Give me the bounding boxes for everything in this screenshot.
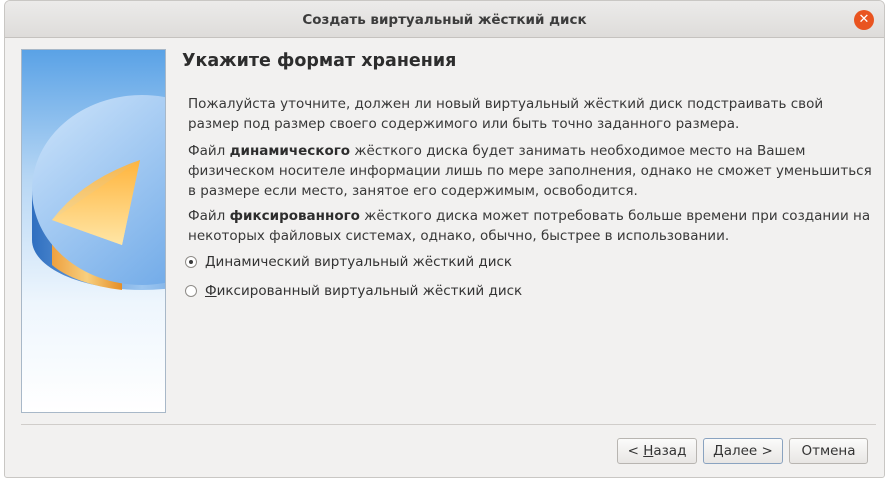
divider: [21, 424, 876, 425]
window-title: Создать виртуальный жёсткий диск: [302, 12, 587, 28]
option-dynamic[interactable]: Динамический виртуальный жёсткий диск: [185, 252, 512, 272]
dialog-window: Создать виртуальный жёсткий диск ✕ Укажи…: [4, 0, 885, 478]
cancel-button[interactable]: Отмена: [789, 438, 868, 464]
option-fixed[interactable]: Фиксированный виртуальный жёсткий диск: [185, 281, 522, 301]
title-bar[interactable]: Создать виртуальный жёсткий диск ✕: [5, 1, 884, 38]
close-icon: ✕: [858, 12, 870, 27]
back-button[interactable]: < Назад: [617, 438, 697, 464]
next-button[interactable]: Далее >: [703, 438, 783, 464]
option-label: Фиксированный виртуальный жёсткий диск: [205, 283, 523, 299]
para-text: Файл: [188, 208, 230, 224]
bold-term: динамического: [229, 143, 351, 159]
intro-paragraph: Пожалуйста уточните, должен ли новый вир…: [188, 96, 824, 132]
disk-pie-icon: [32, 95, 165, 290]
page-heading: Укажите формат хранения: [182, 51, 457, 71]
radio-button[interactable]: [185, 285, 197, 297]
bold-term: фиксированного: [229, 208, 360, 224]
radio-button-checked[interactable]: [185, 256, 197, 268]
wizard-side-image: [21, 49, 166, 413]
para-text: Файл: [188, 143, 230, 159]
close-button[interactable]: ✕: [854, 10, 874, 30]
fixed-description: Файл фиксированного жёсткого диска может…: [188, 206, 878, 246]
dynamic-description: Файл динамического жёсткого диска будет …: [188, 141, 878, 201]
option-label: Динамический виртуальный жёсткий диск: [205, 254, 513, 270]
